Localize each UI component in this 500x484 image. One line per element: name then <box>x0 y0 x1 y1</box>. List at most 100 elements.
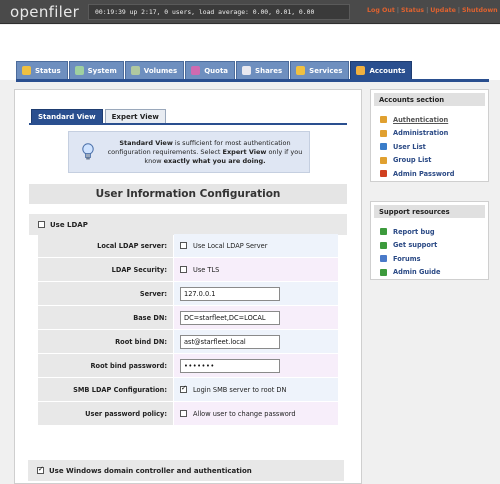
main-tabs: Status System Volumes Quota Shares Servi… <box>16 61 413 79</box>
tab-quota[interactable]: Quota <box>185 61 236 79</box>
tab-label: Shares <box>255 66 283 75</box>
info-text: Standard View is sufficient for most aut… <box>103 139 307 166</box>
quota-icon <box>191 66 201 75</box>
form-row-binddn: Root bind DN: <box>38 330 338 353</box>
sidebar-item-group-list[interactable]: Group List <box>380 154 482 168</box>
tab-volumes[interactable]: Volumes <box>124 61 185 79</box>
tab-label: Status <box>35 66 61 75</box>
local-ldap-checkbox[interactable] <box>180 242 187 249</box>
sidebar-item-get-support[interactable]: Get support <box>380 239 482 253</box>
sidebar-item-user-list[interactable]: User List <box>380 140 482 154</box>
accounts-section-list: Authentication Administration User List … <box>371 109 488 187</box>
form-row-basedn: Base DN: <box>38 306 338 329</box>
base-dn-label: Base DN: <box>38 306 173 329</box>
sidebar-item-label: Authentication <box>393 115 449 124</box>
server-label: Server: <box>38 282 173 305</box>
sidebar-item-report-bug[interactable]: Report bug <box>380 225 482 239</box>
info-strong-expert: Expert View <box>222 148 267 156</box>
top-bar: openfiler 00:19:39 up 2:17, 0 users, loa… <box>0 0 500 24</box>
form-row-server: Server: <box>38 282 338 305</box>
support-section-list: Report bug Get support Forums Admin Guid… <box>371 221 488 285</box>
tab-label: Quota <box>204 66 229 75</box>
system-status-line: 00:19:39 up 2:17, 0 users, load average:… <box>88 4 350 20</box>
sidebar-item-forums[interactable]: Forums <box>380 252 482 266</box>
sidebar-item-label: User List <box>393 142 426 151</box>
status-link[interactable]: Status <box>401 7 424 14</box>
sidebar-item-label: Forums <box>393 254 421 263</box>
info-strong-warning: exactly what you are doing. <box>163 157 266 165</box>
accounts-section-panel: Accounts section Authentication Administ… <box>370 89 489 182</box>
sidebar-item-label: Get support <box>393 241 438 250</box>
ldap-form: Local LDAP server: Use Local LDAP Server… <box>38 234 338 426</box>
use-ldap-label: Use LDAP <box>50 220 88 229</box>
tab-label: Accounts <box>369 66 406 75</box>
forums-icon <box>380 255 387 263</box>
use-ldap-checkbox[interactable] <box>38 221 45 228</box>
smb-ldap-label: SMB LDAP Configuration: <box>38 378 173 401</box>
support-resources-panel: Support resources Report bug Get support… <box>370 201 489 280</box>
allow-change-password-checkbox[interactable] <box>180 410 187 417</box>
key-icon <box>380 116 387 124</box>
root-bind-password-label: Root bind password: <box>38 354 173 377</box>
form-row-local-ldap: Local LDAP server: Use Local LDAP Server <box>38 234 338 257</box>
volumes-icon <box>130 66 140 75</box>
section-title: User Information Configuration <box>29 184 347 204</box>
password-policy-label: User password policy: <box>38 402 173 425</box>
info-box: Standard View is sufficient for most aut… <box>68 131 310 173</box>
form-row-policy: User password policy: Allow user to chan… <box>38 402 338 425</box>
sidebar-item-label: Report bug <box>393 227 435 236</box>
root-bind-dn-label: Root bind DN: <box>38 330 173 353</box>
sidebar-item-administration[interactable]: Administration <box>380 127 482 141</box>
logout-link[interactable]: Log Out <box>367 7 395 14</box>
password-icon <box>380 170 387 178</box>
root-bind-password-input[interactable] <box>180 358 280 373</box>
use-tls-option: Use TLS <box>193 265 220 274</box>
use-ldap-row: Use LDAP <box>29 214 347 235</box>
accounts-section-title: Accounts section <box>374 93 485 106</box>
allow-change-password-option: Allow user to change password <box>193 409 296 418</box>
ldap-security-label: LDAP Security: <box>38 258 173 281</box>
view-tabs-underline <box>29 123 347 125</box>
guide-icon <box>380 268 387 276</box>
system-icon <box>74 66 84 75</box>
sidebar-item-label: Administration <box>393 129 449 138</box>
tab-accounts[interactable]: Accounts <box>350 61 413 79</box>
sidebar-item-admin-password[interactable]: Admin Password <box>380 167 482 181</box>
openfiler-logo: openfiler <box>10 3 79 21</box>
accounts-icon <box>356 66 366 75</box>
local-ldap-label: Local LDAP server: <box>38 234 173 257</box>
tab-system[interactable]: System <box>68 61 124 79</box>
tab-services[interactable]: Services <box>290 61 350 79</box>
sidebar-item-admin-guide[interactable]: Admin Guide <box>380 266 482 280</box>
smb-login-option: Login SMB server to root DN <box>193 385 287 394</box>
use-tls-checkbox[interactable] <box>180 266 187 273</box>
services-icon <box>296 66 306 75</box>
smb-login-checkbox[interactable] <box>180 384 187 393</box>
tab-label: System <box>87 66 117 75</box>
root-bind-dn-input[interactable] <box>180 334 280 349</box>
sidebar-item-label: Group List <box>393 156 432 165</box>
tab-shares[interactable]: Shares <box>236 61 290 79</box>
local-ldap-option: Use Local LDAP Server <box>193 241 268 250</box>
sidebar-item-label: Admin Password <box>393 169 455 178</box>
support-section-title: Support resources <box>374 205 485 218</box>
form-row-smb: SMB LDAP Configuration: Login SMB server… <box>38 378 338 401</box>
form-row-security: LDAP Security: Use TLS <box>38 258 338 281</box>
info-strong-standard: Standard View <box>119 139 173 147</box>
status-icon <box>22 66 31 75</box>
use-windows-checkbox[interactable] <box>37 465 44 474</box>
update-link[interactable]: Update <box>430 7 456 14</box>
tab-underline <box>16 79 489 82</box>
shares-icon <box>242 66 252 75</box>
tab-label: Volumes <box>143 66 178 75</box>
form-row-bindpw: Root bind password: <box>38 354 338 377</box>
header-links: Log Out | Status | Update | Shutdown <box>367 7 498 14</box>
server-input[interactable] <box>180 286 280 301</box>
base-dn-input[interactable] <box>180 310 280 325</box>
tab-status[interactable]: Status <box>16 61 68 79</box>
sidebar-item-authentication[interactable]: Authentication <box>380 113 482 127</box>
admin-icon <box>380 129 387 137</box>
shutdown-link[interactable]: Shutdown <box>462 7 498 14</box>
lightbulb-icon <box>82 143 94 160</box>
tab-label: Services <box>309 66 343 75</box>
